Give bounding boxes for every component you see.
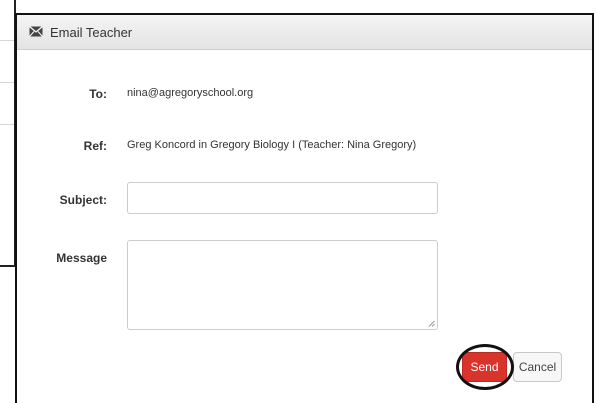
subject-label: Subject: xyxy=(59,193,107,207)
to-label: To: xyxy=(89,87,107,101)
message-label: Message xyxy=(56,251,107,265)
cancel-button[interactable]: Cancel xyxy=(513,352,562,382)
background-divider xyxy=(0,40,14,41)
message-textarea[interactable] xyxy=(127,240,438,330)
to-value: nina@agregoryschool.org xyxy=(127,87,254,99)
background-panel xyxy=(0,0,16,267)
background-divider xyxy=(0,124,14,125)
envelope-icon xyxy=(29,26,43,37)
resize-grip-icon[interactable] xyxy=(428,320,435,327)
send-button[interactable]: Send xyxy=(462,352,507,382)
subject-input[interactable] xyxy=(127,182,438,214)
ref-label: Ref: xyxy=(83,139,107,153)
email-teacher-dialog: Email Teacher To: nina@agregoryschool.or… xyxy=(15,13,594,403)
background-divider xyxy=(0,82,14,83)
screen: Email Teacher To: nina@agregoryschool.or… xyxy=(0,0,597,403)
dialog-title: Email Teacher xyxy=(50,25,133,40)
ref-value: Greg Koncord in Gregory Biology I (Teach… xyxy=(127,139,417,151)
dialog-header: Email Teacher xyxy=(17,15,592,50)
